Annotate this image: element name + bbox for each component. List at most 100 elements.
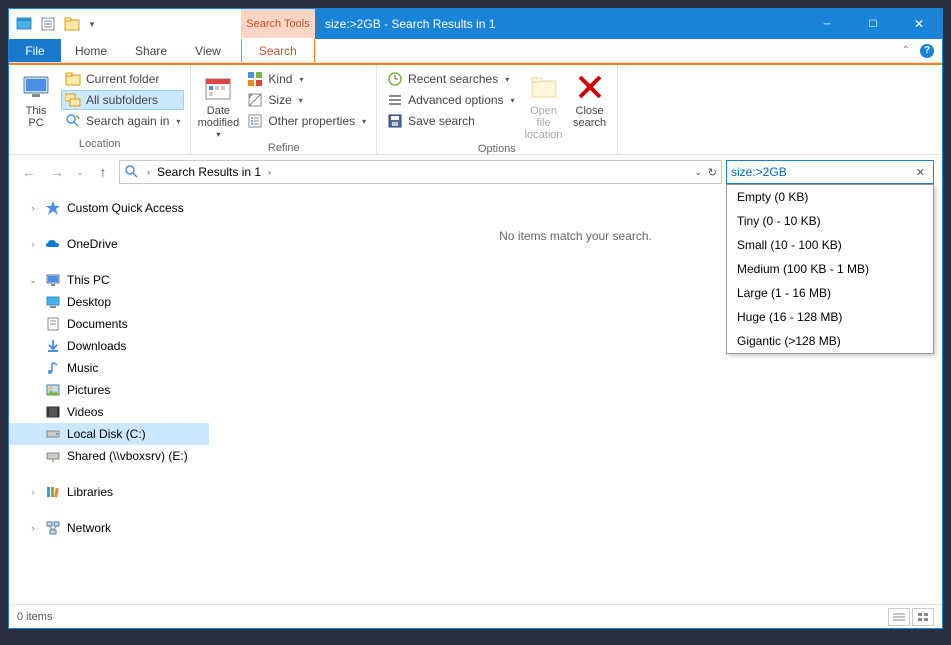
- onedrive-icon: [45, 236, 61, 252]
- icons-view-button[interactable]: [912, 608, 934, 626]
- size-option-medium[interactable]: Medium (100 KB - 1 MB): [727, 257, 933, 281]
- star-icon: [45, 200, 61, 216]
- size-option-small[interactable]: Small (10 - 100 KB): [727, 233, 933, 257]
- size-option-large[interactable]: Large (1 - 16 MB): [727, 281, 933, 305]
- videos-icon: [45, 404, 61, 420]
- nav-libraries[interactable]: › Libraries: [9, 481, 209, 503]
- collapse-icon[interactable]: ⌄: [27, 275, 39, 286]
- chevron-right-icon[interactable]: ›: [265, 167, 274, 177]
- size-icon: [247, 92, 263, 108]
- window-controls: ─ ☐ ✕: [804, 9, 942, 39]
- kind-icon: [247, 71, 263, 87]
- up-button[interactable]: ↑: [91, 160, 115, 184]
- ribbon-group-refine: Date modified ▾ Kind ▾ Size ▾: [191, 65, 377, 154]
- this-pc-button[interactable]: This PC: [15, 69, 57, 131]
- ribbon: This PC Current folder All subfolders Se…: [9, 65, 942, 155]
- size-filter-dropdown: Empty (0 KB) Tiny (0 - 10 KB) Small (10 …: [726, 184, 934, 354]
- chevron-right-icon[interactable]: ›: [144, 167, 153, 177]
- search-box[interactable]: size:>2GB ✕ Empty (0 KB) Tiny (0 - 10 KB…: [726, 160, 934, 184]
- search-tools-label: Search Tools: [246, 18, 309, 30]
- collapse-ribbon-button[interactable]: ⌃: [902, 45, 910, 56]
- help-button[interactable]: ?: [920, 44, 934, 58]
- chevron-down-icon: ▾: [362, 117, 366, 126]
- home-tab[interactable]: Home: [61, 39, 121, 62]
- nav-pictures[interactable]: Pictures: [9, 379, 209, 401]
- close-icon: [574, 71, 606, 103]
- view-tab[interactable]: View: [181, 39, 235, 62]
- maximize-button[interactable]: ☐: [850, 9, 896, 39]
- nav-desktop[interactable]: Desktop: [9, 291, 209, 313]
- drive-icon: [45, 426, 61, 442]
- navigation-pane: › Custom Quick Access › OneDrive ⌄ This …: [9, 189, 209, 604]
- recent-searches-button[interactable]: Recent searches ▾: [383, 69, 518, 89]
- size-option-tiny[interactable]: Tiny (0 - 10 KB): [727, 209, 933, 233]
- title-bar: ▾ Search Tools size:>2GB - Search Result…: [9, 9, 942, 39]
- expand-icon[interactable]: ›: [27, 239, 39, 249]
- search-tab[interactable]: Search: [241, 39, 315, 62]
- downloads-icon: [45, 338, 61, 354]
- size-option-gigantic[interactable]: Gigantic (>128 MB): [727, 329, 933, 353]
- clear-search-button[interactable]: ✕: [912, 166, 929, 179]
- all-subfolders-button[interactable]: All subfolders: [61, 90, 184, 110]
- size-option-huge[interactable]: Huge (16 - 128 MB): [727, 305, 933, 329]
- qat-dropdown[interactable]: ▾: [85, 19, 99, 30]
- nav-shared-drive[interactable]: Shared (\\vboxsrv) (E:): [9, 445, 209, 467]
- search-again-in-button[interactable]: Search again in ▾: [61, 111, 184, 131]
- date-modified-button[interactable]: Date modified ▾: [197, 69, 239, 142]
- share-tab[interactable]: Share: [121, 39, 181, 62]
- save-search-button[interactable]: Save search: [383, 111, 518, 131]
- kind-button[interactable]: Kind ▾: [243, 69, 370, 89]
- back-button[interactable]: ←: [17, 160, 41, 184]
- nav-network[interactable]: › Network: [9, 517, 209, 539]
- other-properties-button[interactable]: Other properties ▾: [243, 111, 370, 131]
- search-again-icon: [65, 113, 81, 129]
- expand-icon[interactable]: ›: [27, 523, 39, 533]
- file-tab[interactable]: File: [9, 39, 61, 62]
- address-path[interactable]: Search Results in 1: [153, 165, 265, 179]
- chevron-down-icon: ▾: [176, 117, 180, 126]
- save-icon: [387, 113, 403, 129]
- expand-icon[interactable]: ›: [27, 203, 39, 213]
- status-bar: 0 items: [9, 604, 942, 628]
- nav-music[interactable]: Music: [9, 357, 209, 379]
- new-folder-icon[interactable]: [61, 13, 83, 35]
- details-view-button[interactable]: [888, 608, 910, 626]
- close-button[interactable]: ✕: [896, 9, 942, 39]
- explorer-icon[interactable]: [13, 13, 35, 35]
- network-drive-icon: [45, 448, 61, 464]
- calendar-icon: [202, 71, 234, 103]
- advanced-options-button[interactable]: Advanced options ▾: [383, 90, 518, 110]
- nav-documents[interactable]: Documents: [9, 313, 209, 335]
- chevron-down-icon: ▾: [505, 75, 509, 84]
- search-tools-context-tab[interactable]: Search Tools: [241, 9, 315, 39]
- ribbon-tabs: File Home Share View Search ⌃ ?: [9, 39, 942, 63]
- chevron-down-icon: ▾: [216, 131, 220, 140]
- address-bar[interactable]: › Search Results in 1 › ⌄ ↻: [119, 160, 722, 184]
- music-icon: [45, 360, 61, 376]
- item-count: 0 items: [17, 611, 52, 623]
- size-button[interactable]: Size ▾: [243, 90, 370, 110]
- nav-downloads[interactable]: Downloads: [9, 335, 209, 357]
- properties-icon[interactable]: [37, 13, 59, 35]
- nav-videos[interactable]: Videos: [9, 401, 209, 423]
- chevron-down-icon: ▾: [299, 75, 303, 84]
- pictures-icon: [45, 382, 61, 398]
- network-icon: [45, 520, 61, 536]
- search-value[interactable]: size:>2GB: [731, 165, 912, 179]
- minimize-button[interactable]: ─: [804, 9, 850, 39]
- open-location-icon: [528, 71, 560, 103]
- size-option-empty[interactable]: Empty (0 KB): [727, 185, 933, 209]
- ribbon-group-options: Recent searches ▾ Advanced options ▾ Sav…: [377, 65, 617, 154]
- nav-this-pc[interactable]: ⌄ This PC: [9, 269, 209, 291]
- expand-icon[interactable]: ›: [27, 487, 39, 497]
- libraries-icon: [45, 484, 61, 500]
- refresh-button[interactable]: ↻: [708, 166, 717, 179]
- nav-onedrive[interactable]: › OneDrive: [9, 233, 209, 255]
- address-dropdown-button[interactable]: ⌄: [694, 167, 702, 178]
- nav-local-disk-c[interactable]: Local Disk (C:): [9, 423, 209, 445]
- current-folder-button[interactable]: Current folder: [61, 69, 184, 89]
- recent-locations-button[interactable]: ⌄: [73, 160, 87, 184]
- nav-quick-access[interactable]: › Custom Quick Access: [9, 197, 209, 219]
- close-search-button[interactable]: Close search: [569, 69, 611, 131]
- search-location-icon: [120, 164, 144, 180]
